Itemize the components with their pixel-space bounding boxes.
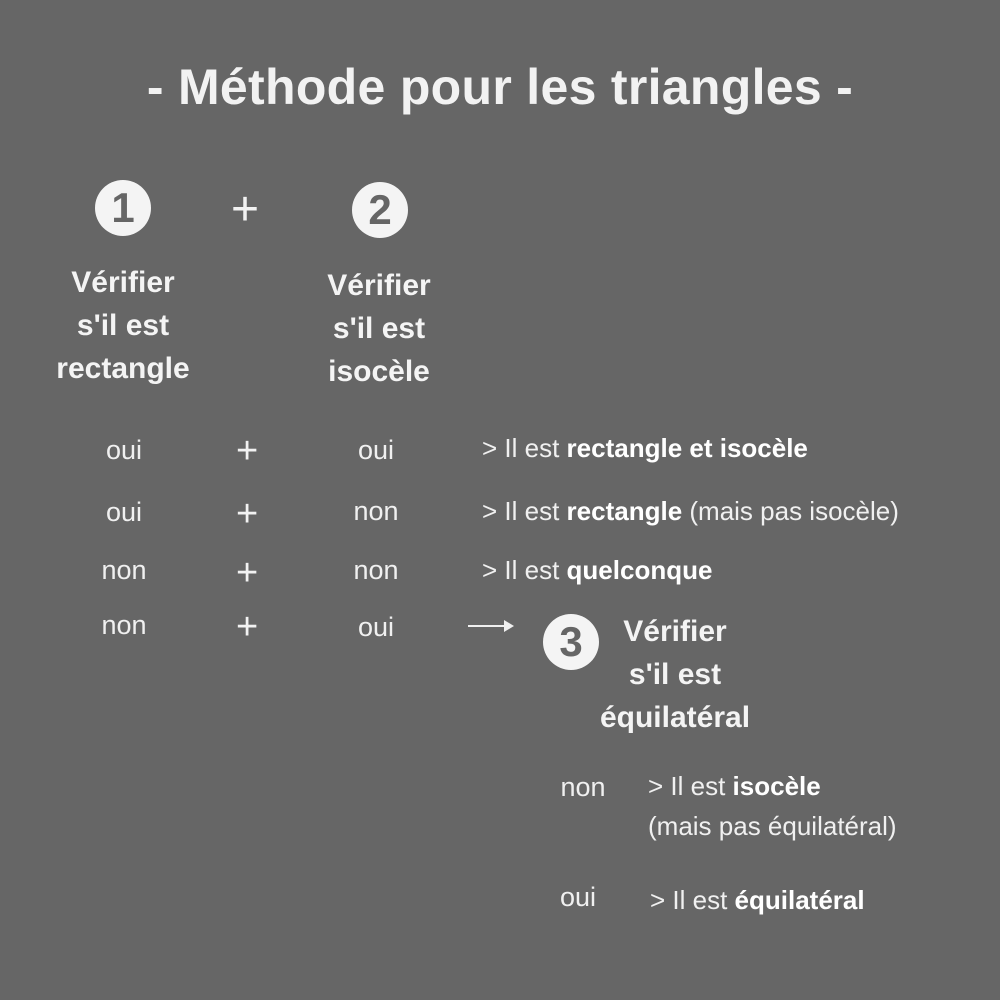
step-2-number: 2 bbox=[368, 186, 392, 233]
plus-sign: + bbox=[236, 552, 259, 594]
row-3-isosceles-answer: non bbox=[353, 555, 399, 585]
equilateral-no-note: (mais pas équilatéral) bbox=[648, 811, 897, 841]
step-2-line: s'il est bbox=[332, 312, 426, 345]
equilateral-no-result-bold: isocèle bbox=[732, 771, 821, 801]
step-1-heading: Vérifier s'il est rectangle bbox=[23, 261, 223, 390]
step-1-line: rectangle bbox=[56, 352, 190, 385]
step-2-line: Vérifier bbox=[327, 269, 431, 302]
plus-sign: + bbox=[236, 493, 259, 535]
step-3-number: 3 bbox=[559, 618, 583, 665]
row-2-rectangle-answer: oui bbox=[105, 497, 143, 527]
row-3-result-bold: quelconque bbox=[566, 555, 713, 585]
row-3-rectangle-answer: non bbox=[101, 555, 147, 585]
step-1-line: s'il est bbox=[76, 309, 170, 342]
equilateral-no-result: > Il est isocèle bbox=[648, 771, 821, 801]
row-2-result-bold: rectangle bbox=[566, 496, 683, 526]
equilateral-no-answer: non bbox=[560, 772, 606, 802]
page-title: - Méthode pour les triangles - bbox=[146, 59, 854, 115]
plus-sign: + bbox=[236, 606, 259, 648]
row-1-result: > Il est rectangle et isocèle bbox=[482, 433, 808, 463]
equilateral-yes-result: > Il est équilatéral bbox=[650, 885, 865, 915]
step-2-heading: Vérifier s'il est isocèle bbox=[279, 264, 479, 393]
row-1-rectangle-answer: oui bbox=[105, 435, 143, 465]
row-2-isosceles-answer: non bbox=[353, 496, 399, 526]
row-1-result-bold: rectangle et isocèle bbox=[566, 433, 808, 463]
row-2-result: > Il est rectangle (mais pas isocèle) bbox=[482, 496, 899, 526]
step-3-line: équilatéral bbox=[599, 701, 751, 734]
row-4-isosceles-answer: oui bbox=[357, 612, 395, 642]
row-1-isosceles-answer: oui bbox=[357, 435, 395, 465]
step-3-heading: Vérifier s'il est équilatéral bbox=[585, 610, 765, 739]
step-1-number: 1 bbox=[111, 184, 135, 231]
method-card: - Méthode pour les triangles - 1 + 2 Vér… bbox=[0, 0, 1000, 1000]
row-4-rectangle-answer: non bbox=[101, 610, 147, 640]
equilateral-yes-answer: oui bbox=[559, 882, 597, 912]
equilateral-yes-result-bold: équilatéral bbox=[734, 885, 865, 915]
step-2-line: isocèle bbox=[328, 355, 430, 388]
row-3-result: > Il est quelconque bbox=[482, 555, 713, 585]
arrow-right-icon bbox=[468, 620, 514, 632]
plus-sign: + bbox=[236, 430, 259, 472]
plus-sign: + bbox=[231, 183, 260, 236]
step-2-badge: 2 bbox=[352, 182, 408, 238]
step-3-line: s'il est bbox=[628, 658, 722, 691]
step-3-line: Vérifier bbox=[623, 615, 727, 648]
step-1-badge: 1 bbox=[95, 180, 151, 236]
step-1-line: Vérifier bbox=[71, 266, 175, 299]
